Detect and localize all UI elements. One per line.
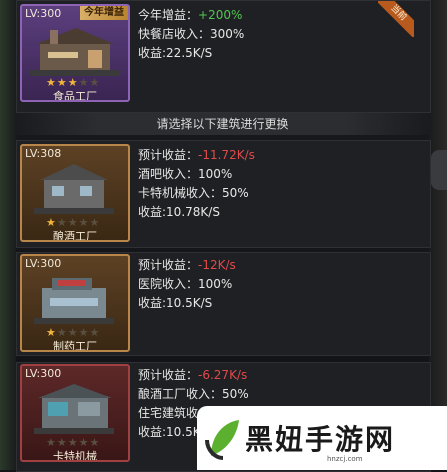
machinery-icon [34,384,114,434]
candidate-card-brewery[interactable]: LV:308 ★★★★★ 酿酒工厂 [20,144,130,242]
info-line-income: 酒吧收入：100% [138,167,233,181]
info-line-revenue: 收益:10.5K/S [138,296,213,310]
current-building-info: 今年增益：+200% 快餐店收入：300% 收益:22.5K/S [138,6,244,63]
info-line-expected: 预计收益：-11.72K/s [138,148,255,162]
building-level: LV:300 [25,7,62,20]
background-left-edge [0,0,16,470]
info-line-revenue: 收益:22.5K/S [138,46,213,60]
info-line-income: 卡特机械收入：50% [138,186,249,200]
info-line-income: 医院收入：100% [138,277,233,291]
info-line-income: 酿酒工厂收入：50% [138,387,249,401]
watermark-text: 黑妞手游网 [245,423,396,456]
current-building-card[interactable]: LV:300 今年增益 ★★★★★ 食品工厂 [20,4,130,102]
watermark: 黑妞手游网 hnzcj.com [197,406,447,470]
info-line-bonus: 今年增益：+200% [138,8,243,22]
side-scroll-handle[interactable] [431,150,447,190]
pharma-factory-icon [34,278,114,324]
info-line-income: 快餐店收入：300% [138,27,245,41]
leaf-logo-icon [205,420,239,460]
candidate-card-pharma[interactable]: LV:300 ★★★★★ 制药工厂 [20,254,130,352]
candidate-card-kate-machinery[interactable]: LV:300 ★★★★★ 卡特机械 [20,364,130,462]
bonus-tag: 今年增益 [80,6,128,20]
building-name: 食品工厂 [53,90,97,102]
brewery-icon [34,164,114,214]
building-name: 卡特机械 [53,450,97,462]
current-badge: 当前 [378,1,414,37]
food-factory-icon [30,28,120,76]
select-replacement-banner: 请选择以下建筑进行更换 [16,113,429,135]
building-name: 酿酒工厂 [53,230,97,242]
info-line-revenue: 收益:10.78K/S [138,205,220,219]
candidate-info-pharma: 预计收益：-12K/s 医院收入：100% 收益:10.5K/S [138,256,236,313]
background-right-edge [429,0,447,470]
building-name: 制药工厂 [53,340,97,352]
watermark-url: hnzcj.com [327,455,363,463]
info-line-expected: 预计收益：-12K/s [138,258,236,272]
candidate-info-brewery: 预计收益：-11.72K/s 酒吧收入：100% 卡特机械收入：50% 收益:1… [138,146,255,222]
info-line-expected: 预计收益：-6.27K/s [138,368,248,382]
